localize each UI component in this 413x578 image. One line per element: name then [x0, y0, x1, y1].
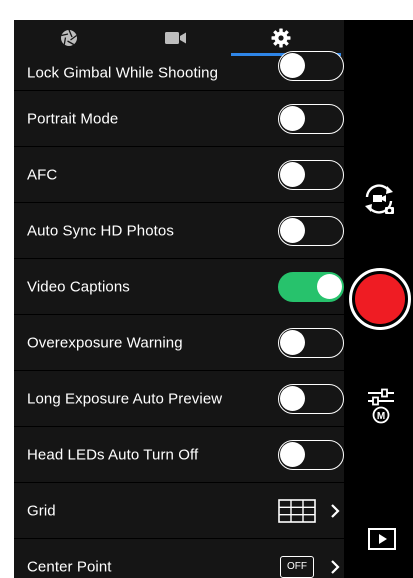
setting-label: Video Captions [27, 278, 130, 295]
aperture-icon [61, 29, 77, 46]
settings-panel: Lock Gimbal While Shooting Portrait Mode… [14, 20, 344, 578]
chevron-right-icon [331, 503, 340, 518]
long-exposure-toggle[interactable] [278, 383, 344, 414]
settings-list: Lock Gimbal While Shooting Portrait Mode… [14, 50, 344, 578]
setting-row-lock-gimbal: Lock Gimbal While Shooting [14, 50, 344, 91]
setting-label: AFC [27, 166, 58, 183]
camera-switch-icon [365, 184, 394, 214]
setting-label: Overexposure Warning [27, 334, 183, 351]
setting-label: Grid [27, 502, 56, 519]
setting-row-grid[interactable]: Grid [14, 483, 344, 539]
gear-icon [271, 28, 291, 48]
video-captions-toggle[interactable] [278, 271, 344, 302]
camera-controls: M [344, 20, 413, 578]
grid-icon [278, 498, 316, 523]
setting-row-head-leds: Head LEDs Auto Turn Off [14, 427, 344, 483]
center-point-off-badge: OFF [280, 555, 314, 578]
setting-row-afc: AFC [14, 147, 344, 203]
parameters-button[interactable]: M [366, 388, 396, 424]
overexposure-toggle[interactable] [278, 327, 344, 358]
portrait-mode-toggle[interactable] [278, 103, 344, 134]
setting-row-center-point[interactable]: Center Point OFF [14, 539, 344, 578]
switch-camera-button[interactable] [362, 180, 396, 218]
playback-button[interactable] [368, 528, 396, 550]
setting-label: Portrait Mode [27, 110, 119, 127]
setting-row-overexposure: Overexposure Warning [14, 315, 344, 371]
sliders-m-icon: M [368, 388, 394, 424]
svg-text:M: M [377, 411, 385, 422]
setting-row-video-captions: Video Captions [14, 259, 344, 315]
setting-row-long-exposure: Long Exposure Auto Preview [14, 371, 344, 427]
afc-toggle[interactable] [278, 159, 344, 190]
setting-row-auto-sync: Auto Sync HD Photos [14, 203, 344, 259]
lock-gimbal-toggle[interactable] [278, 50, 344, 81]
record-shutter-icon [355, 274, 405, 324]
head-leds-toggle[interactable] [278, 439, 344, 470]
chevron-right-icon [331, 559, 340, 574]
tab-photo[interactable] [19, 20, 119, 56]
app-screen: Lock Gimbal While Shooting Portrait Mode… [14, 20, 413, 578]
record-shutter-button[interactable] [349, 268, 411, 330]
setting-label: Lock Gimbal While Shooting [27, 64, 219, 82]
auto-sync-toggle[interactable] [278, 215, 344, 246]
tab-video[interactable] [126, 20, 226, 56]
playback-icon [368, 528, 396, 550]
setting-label: Long Exposure Auto Preview [27, 390, 223, 407]
video-camera-icon [165, 32, 186, 44]
setting-label: Head LEDs Auto Turn Off [27, 446, 199, 463]
setting-label: Auto Sync HD Photos [27, 222, 174, 239]
setting-row-portrait-mode: Portrait Mode [14, 91, 344, 147]
setting-label: Center Point [27, 558, 112, 575]
